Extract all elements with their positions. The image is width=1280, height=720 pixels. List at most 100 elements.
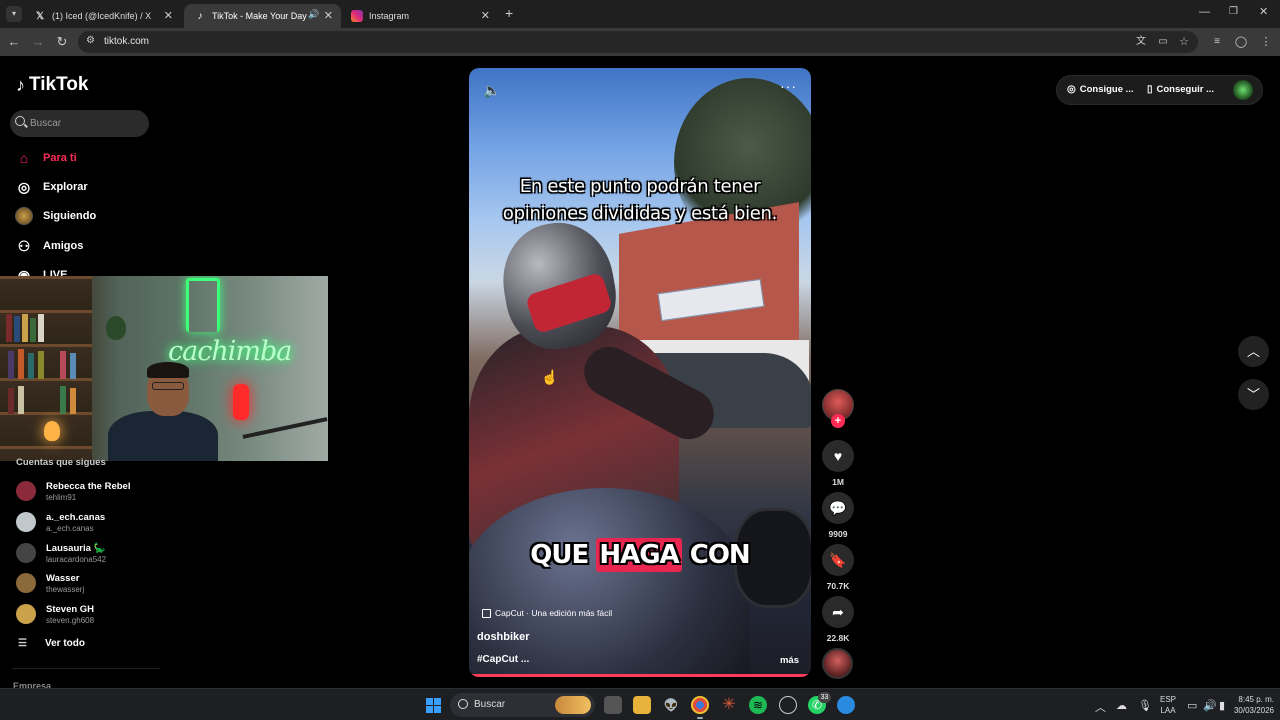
account-item[interactable]: Wasser thewasserj: [16, 568, 84, 598]
language-indicator[interactable]: ESP LAA: [1160, 694, 1176, 716]
tab-search-button[interactable]: ▾: [6, 6, 22, 22]
alienware-icon[interactable]: 👽: [662, 696, 680, 714]
button-label: Consigue ...: [1079, 84, 1134, 95]
logo-text: TikTok: [29, 74, 89, 95]
tiktok-note-icon: ♪: [16, 74, 25, 95]
taskbar: Buscar 👽 ✳ ≋ ✆ ︿ ☁ 🎙 ▭ 🔊 ▮: [0, 688, 1280, 720]
volume-tray-icon[interactable]: 🔊: [1203, 699, 1217, 712]
nav-friends[interactable]: ⚇ Amigos: [14, 235, 84, 257]
back-icon[interactable]: ←: [6, 34, 22, 50]
tab-x[interactable]: 𝕏 (1) Iced (@IcedKnife) / X ✕: [24, 4, 181, 28]
streamer-glasses: [152, 382, 184, 390]
reload-icon[interactable]: ↻: [54, 34, 70, 50]
nav-label: Siguiendo: [43, 210, 97, 222]
account-handle: steven.gh608: [46, 615, 95, 625]
bookmark-star-icon[interactable]: ☆: [1176, 34, 1192, 50]
share-button[interactable]: ➦: [822, 596, 854, 628]
tab-instagram[interactable]: Instagram ✕: [341, 4, 498, 28]
account-handle: thewasserj: [46, 584, 85, 594]
minimize-button[interactable]: —: [1199, 6, 1210, 18]
chevron-up-icon: ︿: [1246, 344, 1260, 359]
search-input[interactable]: Buscar: [10, 110, 149, 137]
nav-following[interactable]: Siguiendo: [14, 205, 96, 227]
comment-button[interactable]: 💬: [822, 492, 854, 524]
bookmark-icon: 🔖: [829, 551, 847, 568]
spotify-icon[interactable]: ≋: [749, 696, 767, 714]
speaker-icon[interactable]: 🔊: [308, 9, 319, 20]
app-blue-icon[interactable]: [837, 696, 855, 714]
menu-dots-icon[interactable]: ⋮: [1258, 34, 1274, 50]
close-window-button[interactable]: ✕: [1259, 5, 1268, 18]
close-tab-icon[interactable]: ✕: [324, 9, 333, 22]
nav-label: Para ti: [43, 152, 77, 164]
more-options-icon[interactable]: ···: [780, 78, 797, 94]
account-item[interactable]: Rebecca the Rebel tehlim91: [16, 476, 130, 506]
video-progress-bar[interactable]: [469, 674, 811, 677]
capcut-link[interactable]: CapCut · Una edición más fácil: [482, 608, 612, 618]
site-info-icon[interactable]: ⚙: [86, 35, 95, 46]
forward-icon[interactable]: →: [30, 34, 46, 50]
get-app-button[interactable]: ▯ Conseguir ...: [1147, 84, 1214, 95]
heart-icon: ♥: [833, 448, 843, 464]
more-link[interactable]: más: [780, 655, 799, 666]
windows-start-icon[interactable]: [426, 698, 441, 713]
show-hidden-icons[interactable]: ︿: [1095, 699, 1106, 715]
video-author[interactable]: doshbiker: [477, 631, 530, 643]
tab-title: Instagram: [369, 11, 410, 21]
nav-label: Amigos: [43, 240, 84, 252]
video-hashtags[interactable]: #CapCut ...: [477, 654, 529, 665]
taskbar-search-label: Buscar: [474, 699, 506, 710]
video-caption-bottom: QUE HAGA CON: [469, 538, 811, 572]
see-all-link[interactable]: ☰ Ver todo: [18, 638, 85, 649]
close-tab-icon[interactable]: ✕: [481, 9, 490, 22]
new-tab-button[interactable]: +: [505, 5, 513, 21]
url-text: tiktok.com: [104, 36, 150, 47]
get-coins-button[interactable]: ◎ Consigue ...: [1067, 84, 1134, 95]
music-disc[interactable]: [822, 648, 853, 679]
search-icon: [15, 116, 25, 126]
cast-icon[interactable]: ▭: [1155, 34, 1171, 50]
save-button[interactable]: 🔖: [822, 544, 854, 576]
volume-icon[interactable]: 🔈: [483, 82, 500, 99]
top-actions-pill: ◎ Consigue ... ▯ Conseguir ...: [1056, 75, 1263, 105]
follow-plus-icon[interactable]: +: [831, 414, 845, 428]
restore-button[interactable]: ❐: [1229, 6, 1238, 17]
user-avatar[interactable]: [1233, 80, 1253, 100]
media-controls-icon[interactable]: ≡: [1209, 34, 1225, 50]
account-name: Rebecca the Rebel: [46, 480, 131, 492]
nav-for-you[interactable]: ⌂ Para ti: [14, 147, 77, 169]
chrome-icon[interactable]: [691, 696, 709, 719]
friends-icon: ⚇: [17, 237, 31, 254]
like-button[interactable]: ♥: [822, 440, 854, 472]
account-item[interactable]: Lausauria 🦕 lauracardona542: [16, 538, 106, 568]
previous-video-button[interactable]: ︿: [1238, 336, 1269, 367]
taskbar-search[interactable]: Buscar: [450, 693, 595, 717]
caption-word: QUE: [530, 540, 589, 570]
lang-code: ESP: [1160, 695, 1177, 704]
translate-icon[interactable]: 文: [1133, 34, 1149, 50]
tiktok-logo[interactable]: ♪ TikTok: [16, 74, 88, 96]
account-item[interactable]: Steven GH steven.gh608: [16, 599, 94, 629]
motorcycle-tank: [469, 488, 749, 677]
app-clock-icon[interactable]: [779, 696, 797, 714]
file-explorer-icon[interactable]: [633, 696, 651, 714]
url-field[interactable]: ⚙: [78, 31, 1198, 53]
close-tab-icon[interactable]: ✕: [164, 9, 173, 22]
app-asterisk-icon[interactable]: ✳: [720, 696, 738, 714]
profile-icon[interactable]: ◯: [1233, 34, 1249, 50]
clock-date: 30/03/2026: [1233, 706, 1274, 715]
nav-explore[interactable]: ◎ Explorar: [14, 176, 88, 198]
tab-tiktok[interactable]: ♪ TikTok - Make Your Day 🔊 ✕: [184, 4, 341, 28]
network-icon[interactable]: ▭: [1187, 699, 1197, 712]
cloud-icon[interactable]: ☁: [1116, 699, 1127, 712]
next-video-button[interactable]: ﹀: [1238, 379, 1269, 410]
account-item[interactable]: a._ech.canas a._ech.canas: [16, 507, 105, 537]
caption-line: En este punto podrán tener: [519, 176, 761, 197]
microphone-icon[interactable]: 🎙: [1138, 699, 1152, 712]
neon-sign: cachimba: [168, 336, 292, 367]
task-view-icon[interactable]: [604, 696, 622, 714]
tiktok-icon: ♪: [197, 10, 203, 22]
video-player[interactable]: 🔈 ··· En este punto podrán tener opinion…: [469, 68, 811, 677]
microphone: [233, 384, 249, 420]
system-clock[interactable]: 8:45 p. m. 30/03/2026: [1222, 694, 1274, 716]
